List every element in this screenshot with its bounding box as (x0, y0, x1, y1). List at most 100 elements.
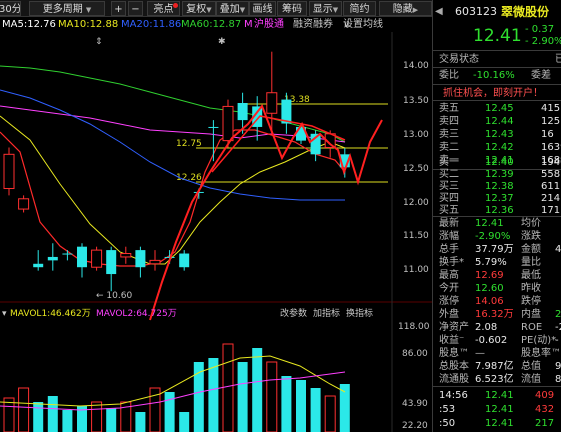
candle-body[interactable] (3, 153, 15, 190)
zoom-in-button[interactable]: + (111, 1, 126, 16)
volume-bar[interactable] (252, 348, 263, 432)
price-tick: 12.00 (403, 198, 429, 208)
stock-code: 603123 (455, 5, 497, 18)
notification-dot-icon (173, 3, 178, 8)
overlay-button[interactable]: 叠加▼ (216, 1, 249, 16)
zoom-out-button[interactable]: − (128, 1, 143, 16)
volume-bar[interactable] (324, 395, 336, 432)
restore-right-button[interactable]: 复权▼ (182, 1, 216, 16)
stat-label: 均价 (521, 218, 541, 229)
hs-connect-label[interactable]: 沪股通 (254, 18, 284, 32)
stat-label: 外盘 (439, 309, 459, 320)
open-account-ad-link[interactable]: 抓住机会，即刻开户！ (443, 87, 543, 100)
ask-row[interactable]: 卖三 12.43 16 (433, 128, 561, 141)
candle-body[interactable] (237, 103, 248, 121)
draw-line-button[interactable]: 画线 (249, 1, 276, 16)
stat-value: 7.987亿 (475, 361, 514, 372)
candle-body[interactable] (18, 198, 30, 210)
status-label: 交易状态 (439, 54, 479, 65)
candle-body[interactable] (106, 250, 117, 275)
volume-bar[interactable] (266, 361, 278, 432)
volume-bar[interactable] (339, 384, 350, 432)
mavol1-value: MAVOL1:46.462万 (10, 309, 91, 319)
mavol2-value: MAVOL2:64.725万 (96, 309, 177, 319)
ask-row[interactable]: 卖四 12.44 125 (433, 115, 561, 128)
volume-bar[interactable] (135, 412, 146, 432)
highlight-button[interactable]: 亮点 (147, 1, 180, 16)
ma-legend: MA5:12.76 MA10:12.88 MA20:11.86 MA60:12.… (0, 18, 432, 32)
stat-label: 流通股 (439, 374, 469, 385)
candle-body[interactable] (62, 253, 73, 255)
volume-bar[interactable] (62, 410, 73, 432)
candle-body[interactable] (77, 246, 87, 268)
event-marker-icon[interactable]: ⇕ (95, 37, 103, 47)
stat-label: 最低 (521, 270, 541, 281)
stat-row: 流通股 6.523亿流值 80 (433, 373, 561, 386)
volume-bar[interactable] (164, 392, 175, 432)
volume-bar[interactable] (91, 401, 103, 432)
margin-trading-label[interactable]: 融资融券 (293, 18, 333, 32)
candle-body[interactable] (47, 256, 58, 261)
ask-row[interactable]: 卖二 12.42 1639 (433, 141, 561, 154)
volume-tick: 118.00 (398, 322, 430, 332)
candle-body[interactable] (208, 126, 219, 128)
stat-value: 14.06 (475, 296, 504, 307)
volume-bar[interactable] (106, 408, 117, 432)
hide-panel-button[interactable]: 隐藏▶ (379, 1, 432, 16)
volume-bar[interactable] (296, 380, 306, 432)
stat-label: 涨跌 (521, 231, 541, 242)
minus-icon: − (131, 4, 140, 15)
stat-row: 换手* 5.79% 量比 (433, 256, 561, 269)
volume-bar[interactable] (179, 412, 190, 432)
volume-bar[interactable] (208, 358, 219, 432)
level-label-mid: 12.75 (176, 139, 202, 149)
ask-level-label: 卖二 (439, 142, 459, 153)
candle-body[interactable] (266, 92, 278, 114)
stat-value: 21 (555, 309, 561, 320)
volume-bar[interactable] (281, 376, 292, 432)
ask-price: 12.45 (485, 103, 514, 114)
candle-body[interactable] (222, 105, 234, 142)
stat-row: 涨停 14.06 跌停 (433, 295, 561, 308)
candle-body[interactable] (33, 263, 44, 268)
stat-row: 涨幅 -2.90% 涨跌 (433, 230, 561, 243)
tick-row: :53 12.41 432 (433, 403, 561, 416)
simple-mode-button[interactable]: 简约 (343, 1, 376, 16)
candle-body[interactable] (135, 250, 146, 268)
volume-legend-menu-icon[interactable]: ▾ (2, 308, 7, 321)
ask-price: 12.43 (485, 129, 514, 140)
volume-bar[interactable] (33, 402, 44, 432)
ma60-value: MA60:12.87 (181, 19, 242, 30)
price-change-pct: - 2.90% (525, 36, 561, 47)
candle-body[interactable] (149, 259, 161, 265)
display-button[interactable]: 显示▼ (309, 1, 342, 16)
chevron-right-icon: ▶ (412, 6, 419, 14)
stat-label: 收益⁻ (439, 335, 465, 346)
volume-bar[interactable] (47, 396, 58, 432)
stat-label: 总手 (439, 244, 459, 255)
kline-chart[interactable]: 14.00 13.50 13.00 12.50 12.00 11.50 11.0… (0, 32, 432, 432)
ma-settings-button[interactable]: 设置均线 ∨ (343, 18, 383, 32)
chip-button[interactable]: 筹码 (277, 1, 307, 16)
candle-body[interactable] (120, 253, 132, 258)
volume-bar[interactable] (237, 362, 248, 432)
volume-tick: 22.20 (402, 421, 428, 431)
ask-price: 12.42 (485, 142, 514, 153)
volume-bar[interactable] (18, 387, 30, 432)
candle-body[interactable] (91, 249, 103, 268)
volume-bar[interactable] (310, 388, 321, 432)
volume-bar[interactable] (222, 343, 234, 432)
ma120-line (0, 89, 345, 201)
volume-series (3, 343, 350, 432)
star-marker-icon[interactable]: ✱ (218, 37, 226, 47)
candle-body[interactable] (179, 253, 190, 268)
period-30min-button[interactable]: 30分钟 (0, 1, 21, 16)
stat-label: 今开 (439, 283, 459, 294)
more-period-button[interactable]: 更多周期 ▼ (29, 1, 105, 16)
tick-price: 12.41 (485, 418, 514, 429)
stat-label: 量比 (521, 257, 541, 268)
volume-tick: 43.90 (402, 399, 428, 409)
ask-row[interactable]: 卖五 12.45 415 (433, 102, 561, 115)
collapse-icon[interactable]: ◀ (435, 3, 443, 21)
overlay-label: 叠加 (219, 4, 240, 15)
